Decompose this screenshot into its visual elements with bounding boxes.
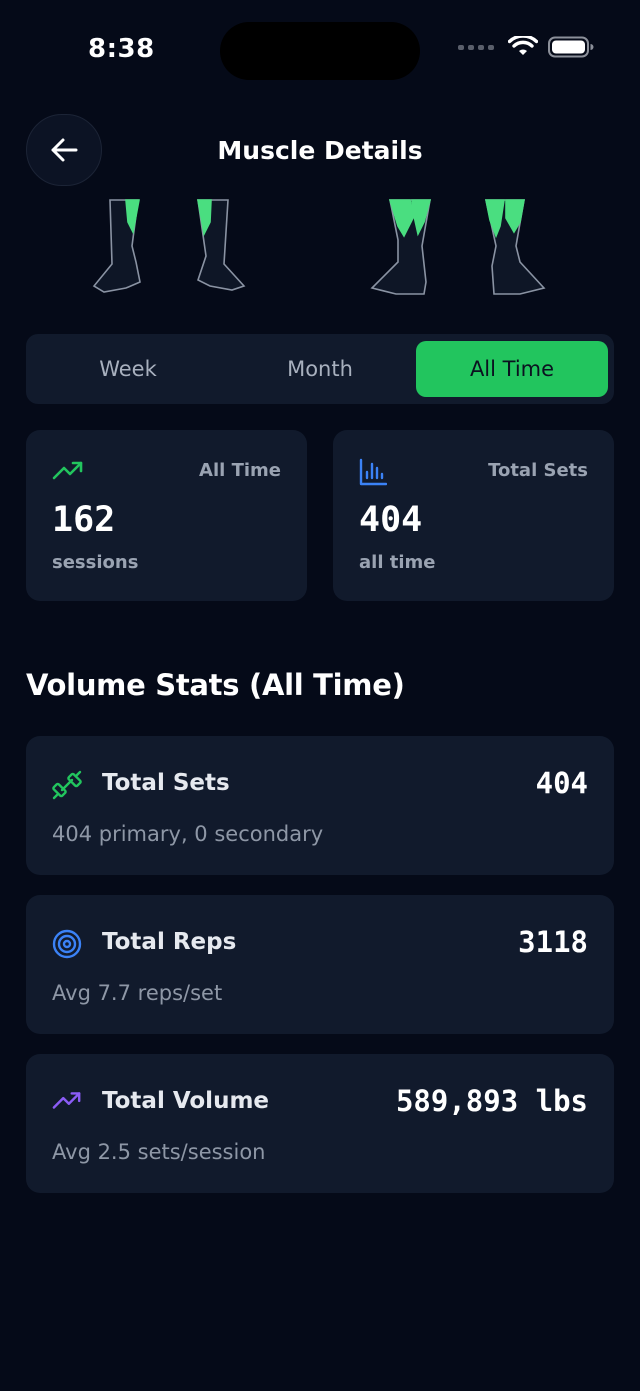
status-icons	[458, 36, 594, 58]
front-right-leg	[197, 199, 246, 291]
total-volume-card: Total Volume 589,893 lbs Avg 2.5 sets/se…	[26, 1054, 614, 1193]
card-label: All Time	[199, 460, 281, 481]
tab-month[interactable]: Month	[224, 341, 416, 397]
card-title: Total Volume	[102, 1088, 270, 1114]
dumbbell-icon	[52, 770, 82, 800]
card-value: 589,893 lbs	[395, 1084, 588, 1118]
total-reps-card: Total Reps 3118 Avg 7.7 reps/set	[26, 895, 614, 1034]
battery-icon	[548, 36, 594, 58]
bar-chart-icon	[359, 458, 387, 486]
card-title: Total Reps	[102, 929, 237, 955]
tab-all-time[interactable]: All Time	[416, 341, 608, 397]
card-value: 3118	[518, 925, 588, 959]
card-description: Avg 7.7 reps/set	[52, 981, 223, 1005]
sessions-caption: sessions	[52, 552, 139, 573]
total-sets-caption: all time	[359, 552, 436, 573]
dynamic-island	[220, 22, 420, 80]
back-left-leg	[370, 199, 432, 295]
total-sets-count: 404	[359, 500, 423, 540]
back-right-leg	[485, 199, 546, 295]
status-bar: 8:38	[0, 0, 640, 100]
page-title: Muscle Details	[217, 136, 423, 165]
trending-up-icon	[52, 1092, 81, 1109]
section-title: Volume Stats (All Time)	[26, 668, 405, 702]
period-segmented-control: Week Month All Time	[26, 334, 614, 404]
status-time: 8:38	[88, 34, 155, 64]
trending-up-icon	[52, 461, 83, 480]
card-description: Avg 2.5 sets/session	[52, 1140, 266, 1164]
total-sets-card: Total Sets 404 404 primary, 0 secondary	[26, 736, 614, 875]
card-title: Total Sets	[102, 770, 230, 796]
cellular-signal-icon	[458, 44, 494, 50]
muscle-map-figure	[92, 199, 546, 295]
sessions-count: 162	[52, 500, 116, 540]
tab-week[interactable]: Week	[32, 341, 224, 397]
wifi-icon	[508, 36, 538, 55]
sessions-stat-card: All Time 162 sessions	[26, 430, 307, 601]
card-description: 404 primary, 0 secondary	[52, 822, 324, 846]
card-label: Total Sets	[488, 460, 588, 481]
card-value: 404	[535, 766, 588, 800]
front-left-leg	[92, 199, 141, 293]
header: Muscle Details	[0, 110, 640, 190]
total-sets-stat-card: Total Sets 404 all time	[333, 430, 614, 601]
target-icon	[52, 929, 82, 959]
